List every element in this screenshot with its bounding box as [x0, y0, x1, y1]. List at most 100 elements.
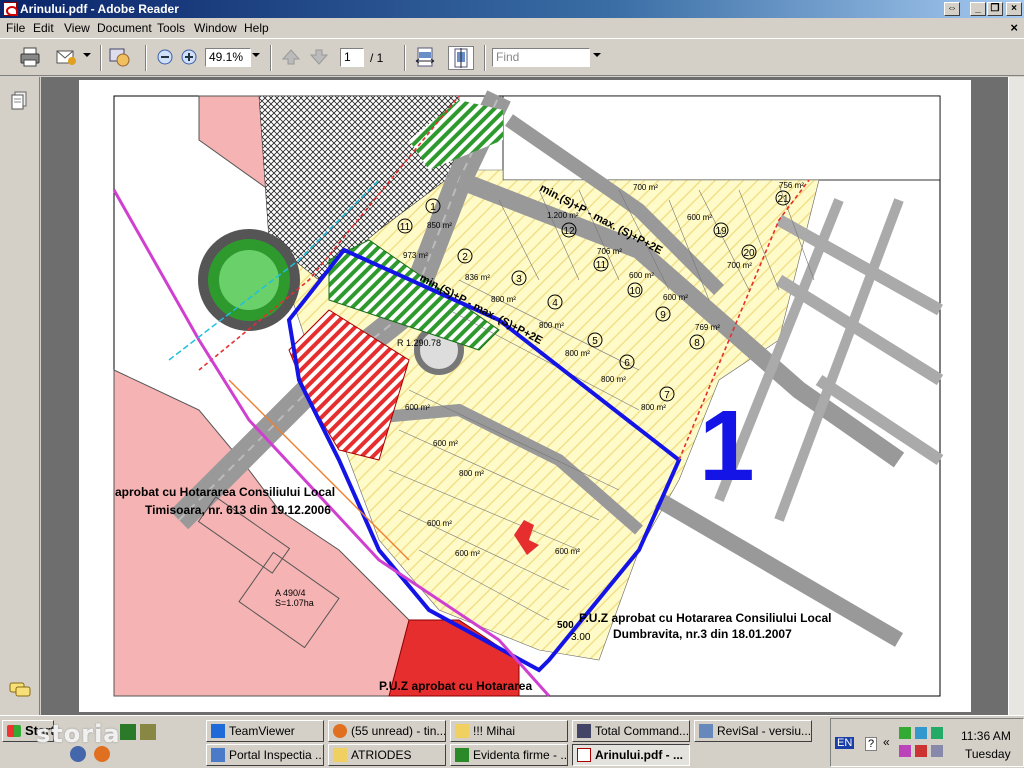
area-label: 800 m²	[601, 375, 626, 384]
chevron-left-icon[interactable]: «	[883, 735, 890, 749]
zoom-in-icon[interactable]	[177, 46, 201, 70]
lot-number: 11	[400, 222, 411, 233]
lot-number: 10	[629, 286, 641, 297]
zoom-dropdown-icon[interactable]	[252, 53, 260, 57]
task-portal-inspectia[interactable]: Portal Inspectia ...	[206, 744, 324, 766]
total-commander-icon	[577, 724, 591, 738]
area-label: 800 m²	[565, 349, 590, 358]
pdf-icon	[577, 748, 591, 762]
task-total-commander[interactable]: Total Command...	[572, 720, 690, 742]
map-label-3-00: 3.00	[571, 632, 591, 643]
toolbar-separator	[404, 45, 406, 71]
zoom-input[interactable]: 49.1%	[205, 48, 251, 67]
area-label: 850 m²	[427, 221, 452, 230]
fit-width-icon[interactable]	[413, 46, 437, 70]
vertical-scrollbar[interactable]	[1008, 77, 1024, 715]
tray-volume-icon[interactable]	[931, 745, 943, 757]
map-label-dumbravita-decision: Dumbravita, nr.3 din 18.01.2007	[613, 627, 792, 641]
tray-network-icon[interactable]	[915, 727, 927, 739]
media-quicklaunch-icon[interactable]	[70, 746, 86, 762]
firefox-quicklaunch-icon[interactable]	[94, 746, 110, 762]
tray-antivirus-icon[interactable]	[915, 745, 927, 757]
lot-number: 6	[624, 358, 630, 369]
page-total: / 1	[370, 51, 384, 65]
firefox-icon	[333, 724, 347, 738]
system-tray: EN ? « 11:36 AM Tuesday	[830, 718, 1024, 767]
task-folder-mihai[interactable]: !!! Mihai	[450, 720, 568, 742]
menu-document[interactable]: Document	[97, 21, 152, 35]
menu-help[interactable]: Help	[244, 21, 269, 35]
task-firefox[interactable]: (55 unread) - tin...	[328, 720, 446, 742]
menu-view[interactable]: View	[64, 21, 90, 35]
task-label: ATRIODES	[351, 748, 412, 762]
print-icon[interactable]	[18, 46, 42, 70]
menu-file[interactable]: File	[6, 21, 25, 35]
lot-number: 20	[743, 248, 755, 259]
lot-number: 19	[715, 226, 727, 237]
area-label: 836 m²	[465, 273, 490, 282]
hand-tool-icon[interactable]	[108, 46, 132, 70]
area-label: 800 m²	[641, 403, 666, 412]
clock-time[interactable]: 11:36 AM	[961, 729, 1011, 743]
map-label-parcel-area: S=1.07ha	[275, 598, 314, 608]
area-label: 1.200 m²	[547, 211, 579, 220]
toolbar-separator	[145, 45, 147, 71]
map-label-radius: R 1.290.78	[397, 338, 441, 348]
area-label: 700 m²	[633, 183, 658, 192]
browser-icon	[211, 748, 225, 762]
task-label: ReviSal - versiu...	[717, 724, 812, 738]
spreadsheet-icon	[455, 748, 469, 762]
lot-number: 5	[592, 336, 598, 347]
previous-page-icon[interactable]	[279, 46, 303, 70]
map-label-parcel: A 490/4	[275, 588, 306, 598]
task-label: Total Command...	[595, 724, 690, 738]
next-page-icon[interactable]	[307, 46, 331, 70]
comments-icon[interactable]	[8, 681, 32, 702]
page-number-input[interactable]: 1	[340, 48, 364, 67]
document-close-icon[interactable]: ×	[1010, 20, 1018, 35]
zoom-out-icon[interactable]	[153, 46, 177, 70]
find-dropdown-icon[interactable]	[593, 53, 601, 57]
task-revisal[interactable]: ReviSal - versiu...	[694, 720, 812, 742]
area-label: 769 m²	[695, 323, 720, 332]
tray-app2-icon[interactable]	[899, 745, 911, 757]
menu-edit[interactable]: Edit	[33, 21, 54, 35]
save-quicklaunch-icon[interactable]	[140, 724, 156, 740]
tray-security-icon[interactable]	[931, 727, 943, 739]
email-icon[interactable]	[54, 46, 78, 70]
language-indicator[interactable]: EN	[835, 737, 855, 749]
task-evidenta-firme[interactable]: Evidenta firme - ...	[450, 744, 568, 766]
clock-day: Tuesday	[965, 747, 1011, 761]
site-plan-map: 1 aprobat cu Hotararea Consiliului Local…	[112, 90, 944, 697]
task-teamviewer[interactable]: TeamViewer	[206, 720, 324, 742]
area-label: 600 m²	[427, 519, 452, 528]
maximize-button[interactable]: ❐	[987, 2, 1003, 16]
adobe-reader-icon	[3, 2, 18, 16]
toolbar-separator	[484, 45, 486, 71]
task-atriodes[interactable]: ATRIODES	[328, 744, 446, 766]
pages-icon[interactable]	[10, 91, 28, 114]
chevron-down-icon[interactable]	[83, 53, 91, 57]
lot-number: 7	[664, 390, 670, 401]
excel-quicklaunch-icon[interactable]	[120, 724, 136, 740]
area-label: 706 m²	[597, 247, 622, 256]
lot-number: 9	[660, 310, 666, 321]
folder-icon	[455, 724, 469, 738]
menu-tools[interactable]: Tools	[157, 21, 185, 35]
find-input[interactable]: Find	[492, 48, 590, 67]
close-button[interactable]: ×	[1006, 2, 1022, 16]
toolbar: 49.1% 1 / 1 Find	[0, 38, 1024, 76]
task-label: !!! Mihai	[473, 724, 516, 738]
restore-down-button[interactable]: ⇔	[944, 2, 960, 16]
lot-number: 1	[430, 202, 436, 213]
minimize-button[interactable]: _	[970, 2, 986, 16]
task-label: Arinului.pdf - ...	[595, 748, 683, 762]
area-label: 800 m²	[459, 469, 484, 478]
help-icon[interactable]: ?	[865, 737, 878, 751]
task-arinului-pdf[interactable]: Arinului.pdf - ...	[572, 744, 690, 766]
fit-page-icon[interactable]	[448, 46, 474, 70]
menu-window[interactable]: Window	[194, 21, 237, 35]
area-label: 800 m²	[539, 321, 564, 330]
tray-app-icon[interactable]	[899, 727, 911, 739]
lot-number: 8	[694, 338, 700, 349]
